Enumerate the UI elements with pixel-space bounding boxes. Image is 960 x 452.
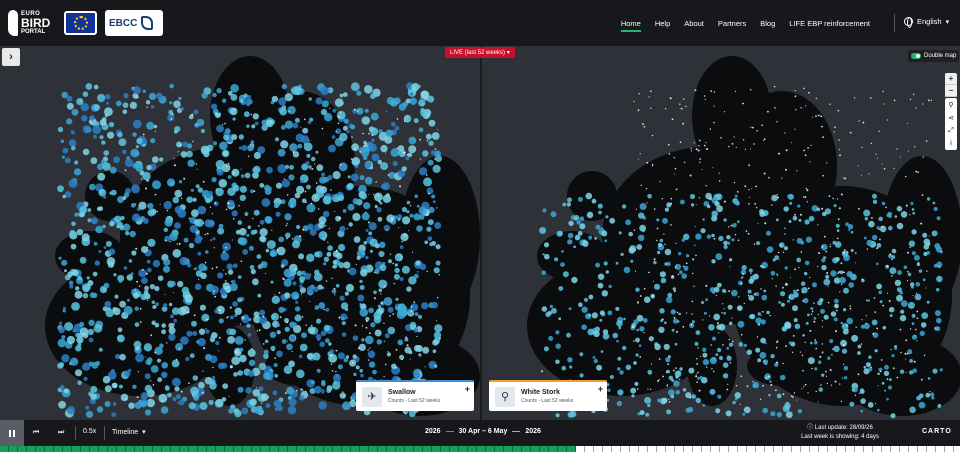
double-map-label: Double map: [924, 53, 957, 59]
timeline-dropdown[interactable]: Timeline ▾: [112, 428, 146, 436]
ebcc-logo-text: EBCC: [109, 17, 138, 29]
logo-text-bird: BIRD: [21, 16, 51, 30]
search-icon[interactable]: ⚲: [945, 98, 957, 111]
add-species-button[interactable]: +: [465, 384, 470, 394]
orange-dash-icon: [512, 431, 521, 432]
week-range: 30 Apr – 6 May: [458, 428, 508, 435]
carto-attribution[interactable]: CARTO: [922, 428, 952, 435]
map-tools: ⚲ ⋖ ⤢ i: [945, 98, 957, 150]
species-name: White Stork: [521, 389, 560, 396]
species-name: Swallow: [388, 389, 416, 396]
species-subtitle: Counts - Last 52 weeks: [388, 398, 441, 404]
chevron-down-icon: ▾: [140, 429, 146, 436]
stork-thumbnail-icon: ⚲: [495, 386, 515, 407]
globe-icon: [904, 17, 913, 28]
top-header: EURO BIRD PORTAL EBCC Home Help About Pa…: [0, 0, 960, 46]
playback-bar: ⏮ ⏭ 0.5x Timeline ▾ 2026 30 Apr – 6 May …: [0, 420, 960, 452]
language-label: English: [917, 17, 942, 26]
nav-home[interactable]: Home: [620, 0, 641, 46]
species-card-swallow[interactable]: ✈ Swallow Counts - Last 52 weeks +: [356, 380, 474, 411]
nav-life-ebp[interactable]: LIFE EBP reinforcement: [789, 0, 870, 46]
map-left-swallow[interactable]: [0, 46, 480, 420]
last-week-showing: Last week is showing: 4 days: [801, 433, 879, 440]
nav-blog[interactable]: Blog: [760, 0, 775, 46]
nav-partners[interactable]: Partners: [718, 0, 746, 46]
euro-bird-portal-app: EURO BIRD PORTAL EBCC Home Help About Pa…: [0, 0, 960, 452]
zoom-controls: + −: [945, 73, 957, 97]
skip-back-icon[interactable]: ⏮: [33, 429, 39, 437]
species-subtitle: Counts - Last 52 weeks: [521, 398, 574, 404]
species-card-white-stork[interactable]: ⚲ White Stork Counts - Last 52 weeks +: [489, 380, 607, 411]
chevron-right-icon: ›: [9, 51, 13, 63]
last-update: ⓘ Last update: 28/09/26: [807, 425, 873, 431]
nav-divider: [894, 14, 895, 32]
swallow-thumbnail-icon: ✈: [362, 386, 382, 407]
live-period-label: LIVE (last 52 weeks): [450, 49, 506, 56]
map-left-canvas[interactable]: [0, 46, 480, 420]
double-map-toggle[interactable]: Double map: [908, 50, 960, 62]
pause-button[interactable]: [0, 420, 24, 446]
skip-forward-icon[interactable]: ⏭: [58, 429, 64, 437]
ebcc-mark-icon: [141, 16, 154, 30]
open-sidebar-button[interactable]: ›: [2, 48, 20, 66]
fullscreen-icon[interactable]: ⤢: [945, 124, 957, 137]
info-icon[interactable]: i: [945, 137, 957, 150]
year-end: 2026: [525, 428, 541, 435]
toggle-switch-icon: [911, 53, 921, 59]
nav-about[interactable]: About: [684, 0, 704, 46]
divider: [75, 426, 76, 440]
zoom-in-button[interactable]: +: [945, 73, 957, 85]
eu-flag-logo[interactable]: [64, 11, 97, 35]
year-start: 2026: [425, 428, 441, 435]
timeline-progress[interactable]: [0, 446, 960, 452]
timeline-label: Timeline: [112, 429, 139, 436]
divider: [104, 426, 105, 440]
map-right-canvas[interactable]: [482, 46, 960, 420]
zoom-out-button[interactable]: −: [945, 85, 957, 97]
chevron-down-icon: ▾: [505, 50, 510, 56]
language-selector[interactable]: English ▾: [904, 17, 950, 28]
current-period: 2026 30 Apr – 6 May 2026: [425, 428, 541, 435]
bird-logo-icon: [8, 10, 18, 36]
green-dash-icon: [445, 431, 454, 432]
nav-help[interactable]: Help: [655, 0, 670, 46]
live-period-dropdown[interactable]: LIVE (last 52 weeks) ▾: [445, 47, 515, 58]
main-nav: Home Help About Partners Blog LIFE EBP r…: [607, 0, 870, 46]
chevron-down-icon: ▾: [945, 18, 950, 26]
playback-speed[interactable]: 0.5x: [83, 428, 96, 435]
euro-bird-portal-logo[interactable]: EURO BIRD PORTAL: [8, 5, 54, 41]
map-right-white-stork[interactable]: [482, 46, 960, 420]
update-info: ⓘ Last update: 28/09/26 Last week is sho…: [790, 424, 890, 441]
timeline-week-ticks: [0, 446, 960, 452]
ebcc-logo[interactable]: EBCC: [105, 10, 163, 36]
share-icon[interactable]: ⋖: [945, 111, 957, 124]
add-species-button[interactable]: +: [598, 384, 603, 394]
logo-text-portal: PORTAL: [21, 29, 46, 35]
